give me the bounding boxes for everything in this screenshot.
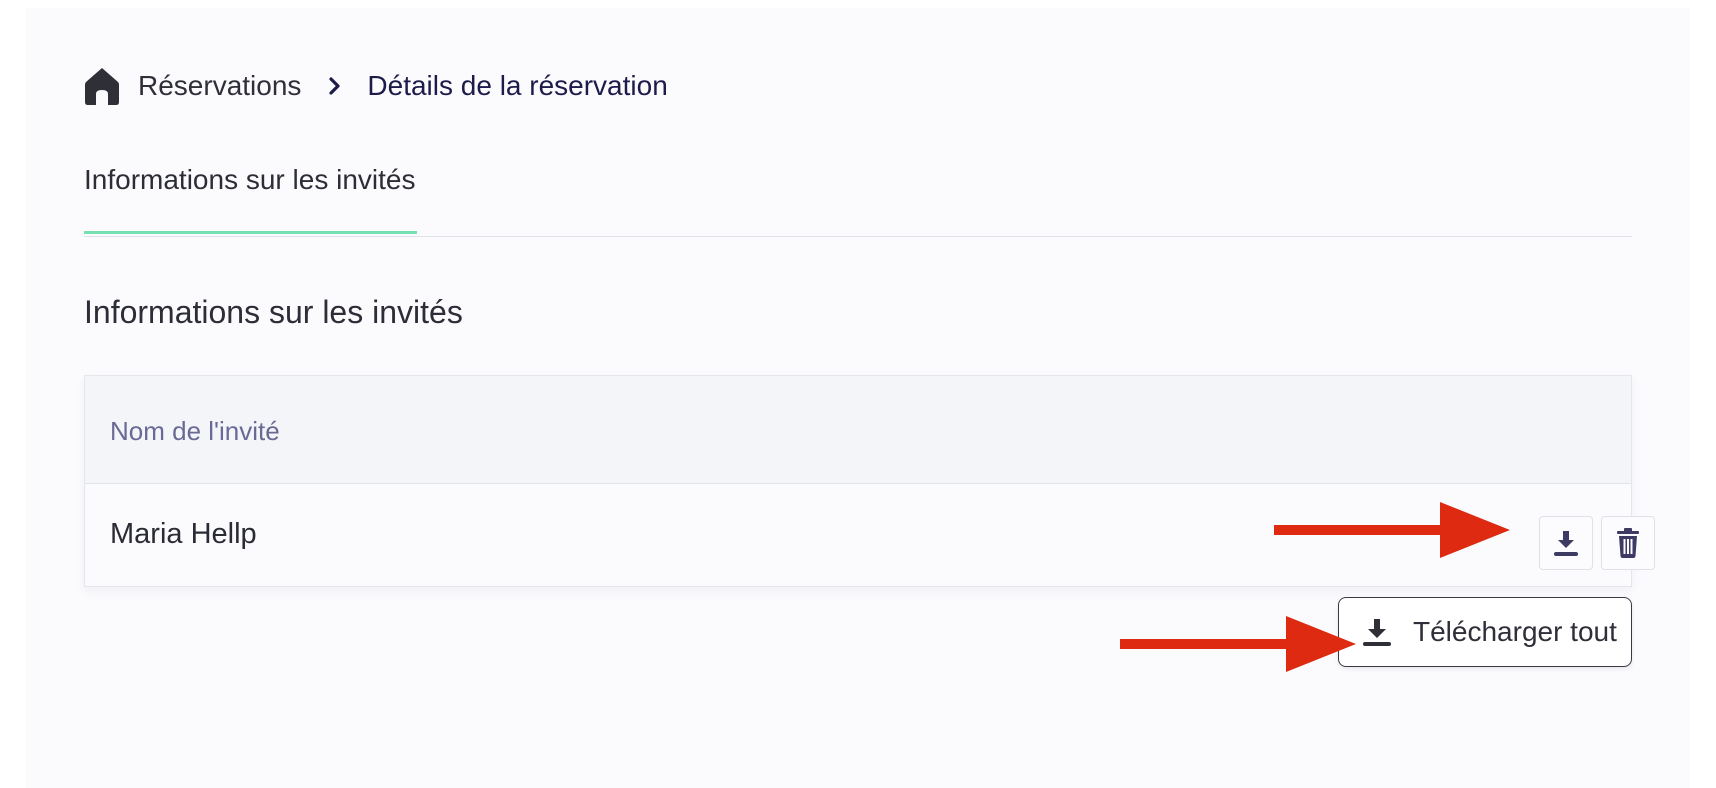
annotation-arrow-download-all xyxy=(1120,616,1356,672)
tab-bar: Informations sur les invités xyxy=(84,156,1632,237)
download-icon xyxy=(1361,616,1393,648)
chevron-right-icon xyxy=(323,74,347,98)
breadcrumb-item-reservations[interactable]: Réservations xyxy=(138,70,301,102)
breadcrumb-item-reservation-details: Détails de la réservation xyxy=(367,70,668,101)
home-icon[interactable] xyxy=(84,66,120,106)
table-header: Nom de l'invité xyxy=(85,376,1631,484)
annotation-arrow-row-download xyxy=(1274,502,1510,558)
delete-guest-button[interactable] xyxy=(1601,516,1655,570)
download-icon xyxy=(1554,531,1578,556)
guest-name-cell: Maria Hellp xyxy=(110,518,257,550)
page-container: Réservations Détails de la réservation I… xyxy=(26,8,1690,788)
column-header-guest-name: Nom de l'invité xyxy=(110,416,280,446)
download-all-button[interactable]: Télécharger tout xyxy=(1338,597,1632,667)
trash-icon xyxy=(1617,528,1639,558)
download-all-label: Télécharger tout xyxy=(1413,616,1617,647)
tab-guest-info[interactable]: Informations sur les invités xyxy=(84,156,418,234)
download-guest-button[interactable] xyxy=(1539,516,1593,570)
section-title: Informations sur les invités xyxy=(84,294,463,330)
breadcrumb: Réservations Détails de la réservation xyxy=(84,63,668,109)
tab-label: Informations sur les invités xyxy=(84,164,416,195)
